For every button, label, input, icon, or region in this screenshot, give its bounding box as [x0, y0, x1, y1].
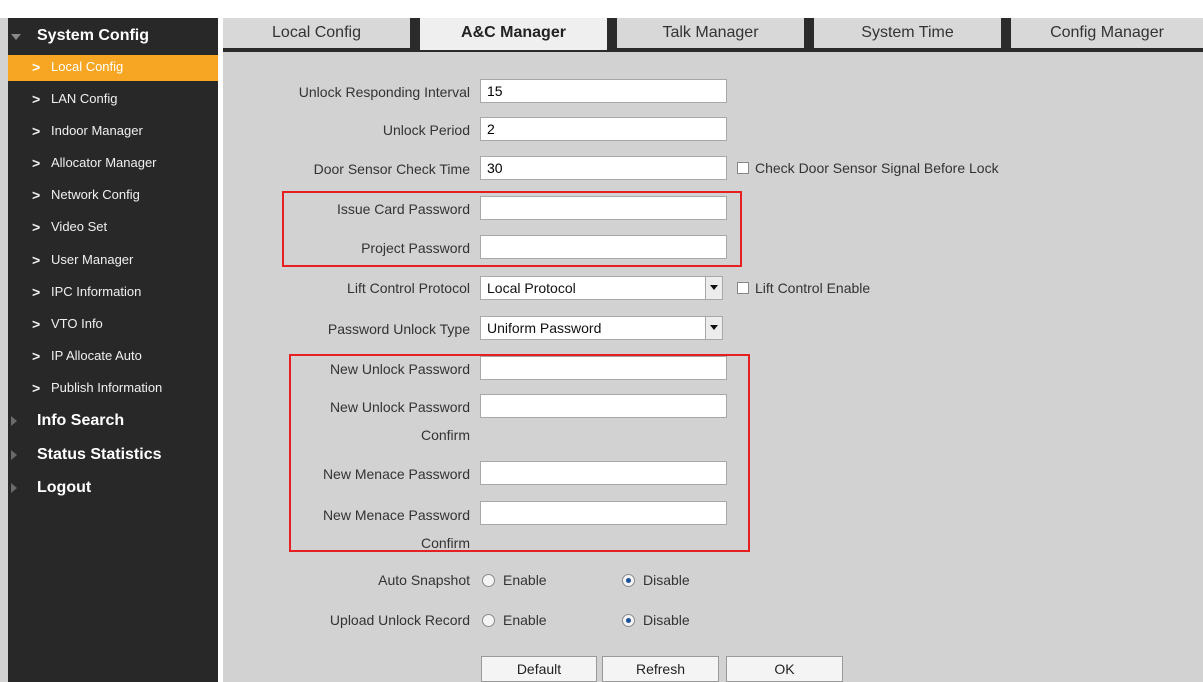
sidebar-item-label: Indoor Manager [51, 123, 143, 138]
sidebar-item-label: Network Config [51, 187, 140, 202]
unlock-interval-input[interactable] [480, 79, 727, 103]
menu-group-status-statistics[interactable]: Status Statistics [8, 440, 218, 470]
issue-card-password-input[interactable] [480, 196, 727, 220]
chevron-right-icon: > [32, 284, 41, 300]
chevron-right-icon: > [32, 380, 41, 396]
chevron-right-icon: > [32, 187, 41, 203]
sidebar-item-indoor-manager[interactable]: > Indoor Manager [8, 119, 218, 145]
default-button[interactable]: Default [481, 656, 597, 682]
tab-local-config[interactable]: Local Config [223, 18, 410, 48]
sidebar-item-label: LAN Config [51, 91, 118, 106]
dropdown-arrow-icon[interactable] [705, 277, 722, 299]
sidebar-item-label: Video Set [51, 219, 108, 234]
unlock-period-label: Unlock Period [382, 122, 470, 138]
sidebar-item-local-config[interactable]: > Local Config [8, 55, 218, 81]
sidebar-item-label: IP Allocate Auto [51, 348, 142, 363]
tab-ac-manager[interactable]: A&C Manager [420, 18, 607, 50]
new-menace-password-confirm-label-2: Confirm [420, 535, 470, 551]
door-sensor-signal-checkbox[interactable] [737, 162, 749, 174]
chevron-right-icon: > [32, 59, 41, 75]
sidebar-item-user-manager[interactable]: > User Manager [8, 248, 218, 274]
sidebar-item-ipc-information[interactable]: > IPC Information [8, 280, 218, 306]
issue-card-password-label: Issue Card Password [336, 201, 470, 217]
lift-protocol-selected: Local Protocol [487, 280, 576, 296]
sidebar-item-ip-allocate-auto[interactable]: > IP Allocate Auto [8, 344, 218, 370]
lift-protocol-select[interactable]: Local Protocol [480, 276, 723, 300]
upload-unlock-record-enable-label: Enable [503, 612, 547, 628]
menu-group-label: Info Search [37, 412, 125, 429]
unlock-period-input[interactable] [480, 117, 727, 141]
new-menace-password-confirm-label: New Menace Password [322, 507, 470, 523]
caret-right-icon [11, 483, 17, 493]
chevron-right-icon: > [32, 348, 41, 364]
upload-unlock-record-disable-label: Disable [643, 612, 690, 628]
chevron-right-icon: > [32, 219, 41, 235]
sidebar-item-label: Allocator Manager [51, 155, 157, 170]
chevron-right-icon: > [32, 155, 41, 171]
door-sensor-input[interactable] [480, 156, 727, 180]
chevron-right-icon: > [32, 91, 41, 107]
upload-unlock-record-label: Upload Unlock Record [329, 612, 470, 628]
sidebar-item-allocator-manager[interactable]: > Allocator Manager [8, 151, 218, 177]
sidebar-item-lan-config[interactable]: > LAN Config [8, 87, 218, 113]
new-unlock-password-confirm-label: New Unlock Password [329, 399, 470, 415]
sidebar: System Config > Local Config > LAN Confi… [8, 18, 218, 682]
tab-system-time[interactable]: System Time [814, 18, 1001, 48]
new-unlock-password-input[interactable] [480, 356, 727, 380]
top-strip [0, 0, 1203, 18]
lift-control-enable-label: Lift Control Enable [755, 280, 871, 296]
menu-group-label: System Config [37, 27, 150, 44]
new-menace-password-label: New Menace Password [322, 466, 470, 482]
refresh-button[interactable]: Refresh [602, 656, 719, 682]
sidebar-item-label: Local Config [51, 59, 124, 74]
auto-snapshot-disable-radio[interactable] [622, 574, 635, 587]
menu-group-info-search[interactable]: Info Search [8, 406, 218, 436]
chevron-right-icon: > [32, 252, 41, 268]
sidebar-item-label: Publish Information [51, 380, 163, 395]
sidebar-item-label: IPC Information [51, 284, 142, 299]
sidebar-item-publish-information[interactable]: > Publish Information [8, 376, 218, 402]
caret-right-icon [11, 450, 17, 460]
auto-snapshot-label: Auto Snapshot [378, 572, 470, 588]
ok-button[interactable]: OK [726, 656, 843, 682]
lift-protocol-label: Lift Control Protocol [347, 280, 470, 296]
upload-unlock-record-enable-radio[interactable] [482, 614, 495, 627]
sidebar-divider [218, 18, 223, 682]
chevron-right-icon: > [32, 316, 41, 332]
new-unlock-password-confirm-label-2: Confirm [420, 427, 470, 443]
password-unlock-type-select[interactable]: Uniform Password [480, 316, 723, 340]
menu-group-system-config[interactable]: System Config [8, 21, 218, 51]
door-sensor-signal-label: Check Door Sensor Signal Before Lock [755, 160, 999, 176]
sidebar-item-vto-info[interactable]: > VTO Info [8, 312, 218, 338]
tab-talk-manager[interactable]: Talk Manager [617, 18, 804, 48]
chevron-right-icon: > [32, 123, 41, 139]
caret-down-icon [11, 34, 21, 40]
dropdown-arrow-icon[interactable] [705, 317, 722, 339]
new-unlock-password-confirm-input[interactable] [480, 394, 727, 418]
sidebar-item-label: User Manager [51, 252, 134, 267]
menu-group-label: Logout [37, 479, 92, 496]
new-menace-password-input[interactable] [480, 461, 727, 485]
password-unlock-type-selected: Uniform Password [487, 320, 602, 336]
lift-control-enable-checkbox[interactable] [737, 282, 749, 294]
unlock-interval-label: Unlock Responding Interval [298, 84, 470, 100]
auto-snapshot-disable-label: Disable [643, 572, 690, 588]
auto-snapshot-enable-label: Enable [503, 572, 547, 588]
password-unlock-type-label: Password Unlock Type [327, 321, 470, 337]
auto-snapshot-enable-radio[interactable] [482, 574, 495, 587]
menu-group-label: Status Statistics [37, 446, 162, 463]
upload-unlock-record-disable-radio[interactable] [622, 614, 635, 627]
tab-config-manager[interactable]: Config Manager [1011, 18, 1203, 48]
menu-group-logout[interactable]: Logout [8, 473, 218, 503]
door-sensor-label: Door Sensor Check Time [313, 161, 470, 177]
project-password-input[interactable] [480, 235, 727, 259]
caret-right-icon [11, 416, 17, 426]
new-unlock-password-label: New Unlock Password [329, 361, 470, 377]
sidebar-item-video-set[interactable]: > Video Set [8, 215, 218, 241]
new-menace-password-confirm-input[interactable] [480, 501, 727, 525]
sidebar-item-network-config[interactable]: > Network Config [8, 183, 218, 209]
sidebar-item-label: VTO Info [51, 316, 103, 331]
project-password-label: Project Password [361, 240, 470, 256]
tab-bar: Local Config A&C Manager Talk Manager Sy… [223, 18, 1203, 52]
